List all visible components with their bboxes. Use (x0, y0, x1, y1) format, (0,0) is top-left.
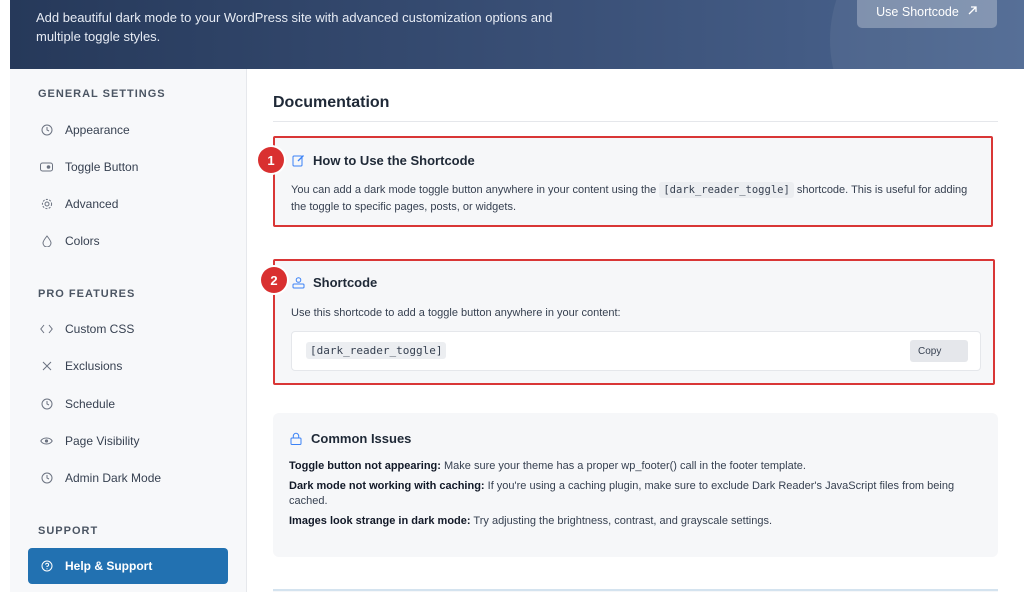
sidebar-item-label: Page Visibility (65, 434, 140, 448)
sidebar-item-exclusions[interactable]: Exclusions (28, 351, 228, 381)
code-icon (40, 323, 53, 336)
issue-item: Images look strange in dark mode: Try ad… (289, 514, 989, 529)
sidebar-item-label: Appearance (65, 123, 130, 137)
clock-icon (40, 472, 53, 485)
sidebar-item-label: Schedule (65, 397, 116, 411)
clock-icon (40, 398, 53, 411)
step-badge-2: 2 (261, 267, 287, 293)
sidebar-item-label: Admin Dark Mode (65, 471, 162, 485)
external-arrow-icon (967, 5, 978, 19)
page-title: Documentation (273, 94, 390, 111)
header-description: Add beautiful dark mode to your WordPres… (36, 10, 553, 44)
question-circle-icon (40, 560, 53, 573)
issue-text: Try adjusting the brightness, contrast, … (470, 515, 772, 527)
user-badge-icon (291, 276, 305, 290)
issue-bold: Toggle button not appearing: (289, 460, 441, 472)
how-to-text-before: You can add a dark mode toggle button an… (291, 184, 657, 196)
shortcode-heading: Shortcode (291, 275, 377, 290)
how-to-use-heading: How to Use the Shortcode (291, 153, 475, 168)
use-shortcode-label: Use Shortcode (876, 5, 959, 19)
x-icon (40, 360, 53, 373)
common-issues-card: Common Issues Toggle button not appearin… (273, 413, 998, 557)
lock-icon (289, 432, 303, 446)
sidebar-item-colors[interactable]: Colors (28, 226, 228, 256)
sidebar-item-label: Help & Support (65, 559, 153, 573)
eye-icon (40, 435, 53, 448)
shortcode-title: Shortcode (313, 275, 378, 290)
issue-item: Dark mode not working with caching: If y… (289, 479, 989, 509)
common-issues-heading: Common Issues (289, 431, 411, 446)
edit-icon (291, 154, 305, 168)
issue-bold: Images look strange in dark mode: (289, 515, 471, 527)
inline-shortcode: [dark_reader_toggle] (659, 182, 794, 198)
use-shortcode-button[interactable]: Use Shortcode (857, 0, 997, 28)
how-to-use-description: You can add a dark mode toggle button an… (291, 182, 981, 216)
droplet-icon (40, 235, 53, 248)
sidebar-item-page-visibility[interactable]: Page Visibility (28, 426, 228, 456)
sidebar-item-label: Exclusions (65, 359, 123, 373)
sidebar-item-custom-css[interactable]: Custom CSS (28, 314, 228, 344)
sidebar-item-label: Toggle Button (65, 160, 139, 174)
shortcode-description: Use this shortcode to add a toggle butto… (291, 307, 621, 319)
sidebar-item-schedule[interactable]: Schedule (28, 389, 228, 419)
sidebar-item-help-support[interactable]: Help & Support (28, 548, 228, 584)
how-to-use-title: How to Use the Shortcode (313, 153, 475, 168)
sidebar-item-label: Colors (65, 234, 100, 248)
sidebar: GENERAL SETTINGS Appearance Toggle Butto… (10, 69, 247, 592)
issue-text: Make sure your theme has a proper wp_foo… (440, 460, 806, 472)
sidebar-item-advanced[interactable]: Advanced (28, 189, 228, 219)
general-settings-label: GENERAL SETTINGS (38, 88, 166, 100)
header-banner: Add beautiful dark mode to your WordPres… (10, 0, 1024, 69)
shortcode-code-box: [dark_reader_toggle] Copy (291, 331, 981, 371)
shortcode-card: Shortcode Use this shortcode to add a to… (273, 259, 995, 385)
sidebar-item-admin-dark-mode[interactable]: Admin Dark Mode (28, 463, 228, 493)
clock-icon (40, 124, 53, 137)
shortcode-code: [dark_reader_toggle] (306, 342, 447, 359)
sidebar-item-toggle-button[interactable]: Toggle Button (28, 152, 228, 182)
sidebar-item-label: Custom CSS (65, 322, 135, 336)
common-issues-title: Common Issues (311, 431, 412, 446)
issue-item: Toggle button not appearing: Make sure y… (289, 459, 989, 474)
toggle-icon (40, 161, 53, 174)
settings-page: Add beautiful dark mode to your WordPres… (10, 0, 1024, 592)
issue-bold: Dark mode not working with caching: (289, 480, 485, 492)
sidebar-item-appearance[interactable]: Appearance (28, 115, 228, 145)
step-badge-1: 1 (258, 147, 284, 173)
how-to-use-card: How to Use the Shortcode You can add a d… (273, 136, 993, 227)
pro-features-label: PRO FEATURES (38, 288, 136, 300)
gear-icon (40, 198, 53, 211)
title-divider (273, 121, 998, 122)
support-label: SUPPORT (38, 525, 99, 537)
copy-button[interactable]: Copy (910, 340, 968, 362)
sidebar-item-label: Advanced (65, 197, 119, 211)
main-content: Documentation How to Use the Shortcode Y… (248, 69, 1024, 592)
